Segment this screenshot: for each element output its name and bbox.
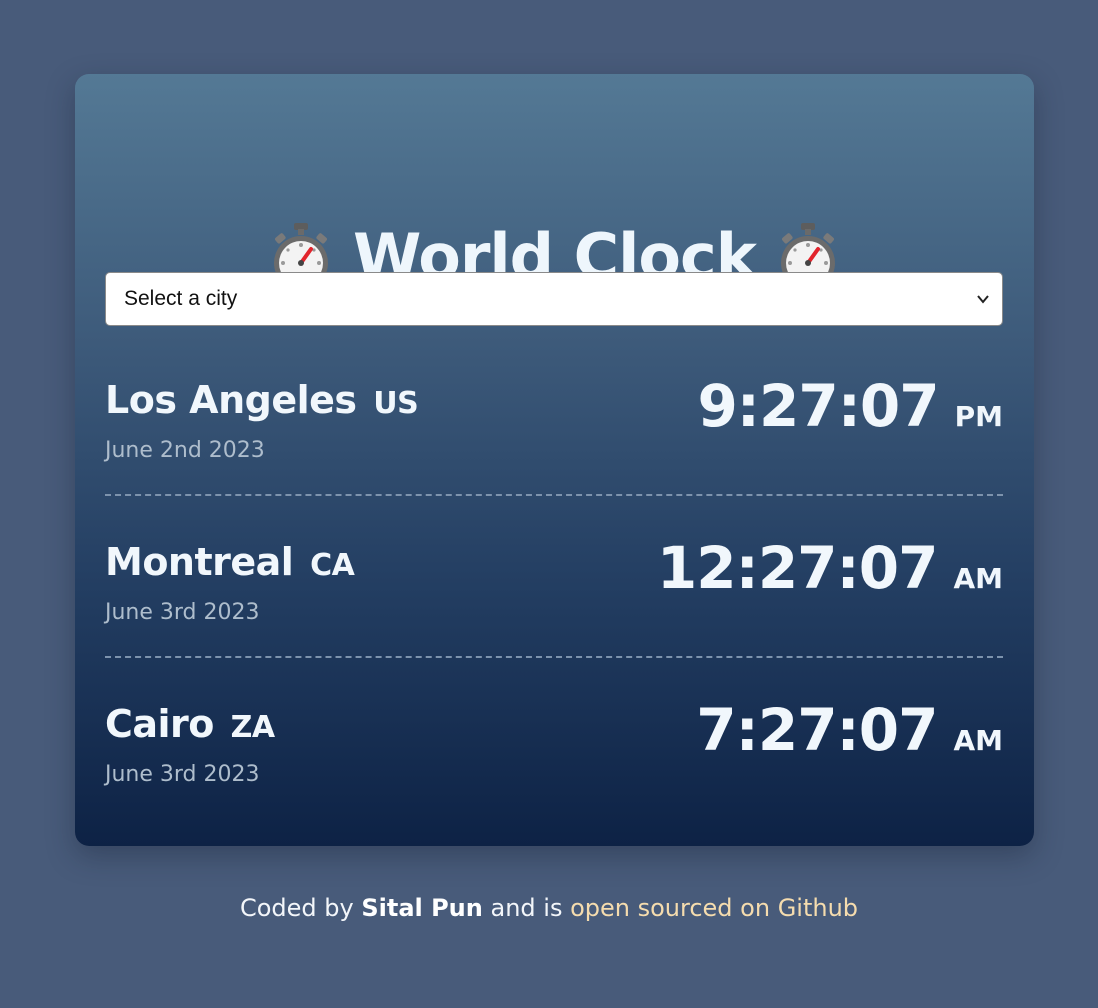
city-name-wrapper: Cairo ZA <box>105 702 275 746</box>
city-time: 12:27:07 AM <box>657 534 1003 602</box>
footer: Coded by Sital Pun and is open sourced o… <box>0 894 1098 922</box>
time-value: 9:27:07 <box>697 372 939 440</box>
city-name-wrapper: Los Angeles US <box>105 378 419 422</box>
city-time: 7:27:07 AM <box>696 696 1003 764</box>
country-code: ZA <box>230 710 275 745</box>
footer-author: Sital Pun <box>361 894 483 922</box>
city-date: June 2nd 2023 <box>105 438 265 463</box>
chevron-down-icon <box>977 295 989 304</box>
city-name-wrapper: Montreal CA <box>105 540 355 584</box>
city-time: 9:27:07 PM <box>697 372 1003 440</box>
am-pm: AM <box>953 724 1003 757</box>
city-name: Los Angeles <box>105 378 357 422</box>
city-name: Cairo <box>105 702 214 746</box>
city-select-value: Select a city <box>124 287 238 310</box>
country-code: CA <box>310 548 355 583</box>
city-name: Montreal <box>105 540 294 584</box>
city-date: June 3rd 2023 <box>105 762 260 787</box>
time-value: 12:27:07 <box>656 534 939 602</box>
time-value: 7:27:07 <box>696 696 938 764</box>
city-select[interactable]: Select a city <box>105 272 1003 326</box>
country-code: US <box>373 386 419 421</box>
city-row-los-angeles: Los Angeles US June 2nd 2023 9:27:07 PM <box>105 372 1003 496</box>
city-row-cairo: Cairo ZA June 3rd 2023 7:27:07 AM <box>105 696 1003 818</box>
footer-prefix: Coded by <box>239 894 362 922</box>
am-pm: PM <box>954 400 1003 433</box>
am-pm: AM <box>953 562 1003 595</box>
city-row-montreal: Montreal CA June 3rd 2023 12:27:07 AM <box>105 534 1003 658</box>
github-link[interactable]: open sourced on Github <box>570 894 858 922</box>
world-clock-card: World Clock Select a city Los Angeles US… <box>75 74 1034 846</box>
footer-middle: and is <box>482 894 571 922</box>
city-date: June 3rd 2023 <box>105 600 260 625</box>
